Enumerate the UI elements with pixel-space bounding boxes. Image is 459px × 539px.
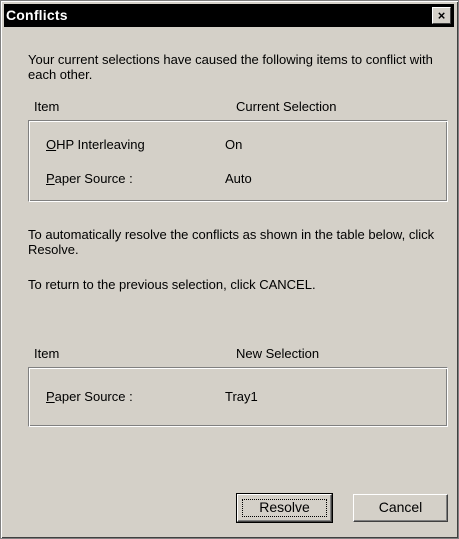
cancel-button[interactable]: Cancel: [353, 494, 448, 522]
resolve-instructions: To automatically resolve the conflicts a…: [28, 227, 435, 257]
new-row-item: Paper Source :: [46, 389, 133, 404]
current-selection-group: OHP Interleaving On Paper Source : Auto: [28, 120, 448, 202]
current-header-item: Item: [34, 99, 60, 114]
new-header-item: Item: [34, 346, 60, 361]
new-row-value: Tray1: [225, 389, 258, 404]
current-row-item: OHP Interleaving: [46, 137, 145, 152]
new-row-paper-source: Paper Source : Tray1: [29, 388, 447, 406]
current-header-selection: Current Selection: [236, 99, 337, 114]
new-selection-group: Paper Source : Tray1: [28, 367, 448, 427]
dialog-title: Conflicts: [6, 7, 68, 23]
current-row-value: Auto: [225, 171, 252, 186]
current-row-value: On: [225, 137, 243, 152]
new-header-selection: New Selection: [236, 346, 320, 361]
close-button[interactable]: ×: [432, 7, 451, 24]
current-row-ohp-interleaving: OHP Interleaving On: [29, 136, 447, 154]
current-row-item: Paper Source :: [46, 171, 133, 186]
title-bar[interactable]: Conflicts ×: [4, 4, 454, 27]
resolve-button[interactable]: Resolve: [236, 493, 333, 523]
close-icon: ×: [437, 8, 446, 23]
conflicts-dialog: Conflicts × Your current selections have…: [0, 0, 459, 539]
intro-text: Your current selections have caused the …: [28, 52, 433, 82]
current-row-paper-source: Paper Source : Auto: [29, 170, 447, 188]
cancel-instructions: To return to the previous selection, cli…: [28, 277, 316, 292]
